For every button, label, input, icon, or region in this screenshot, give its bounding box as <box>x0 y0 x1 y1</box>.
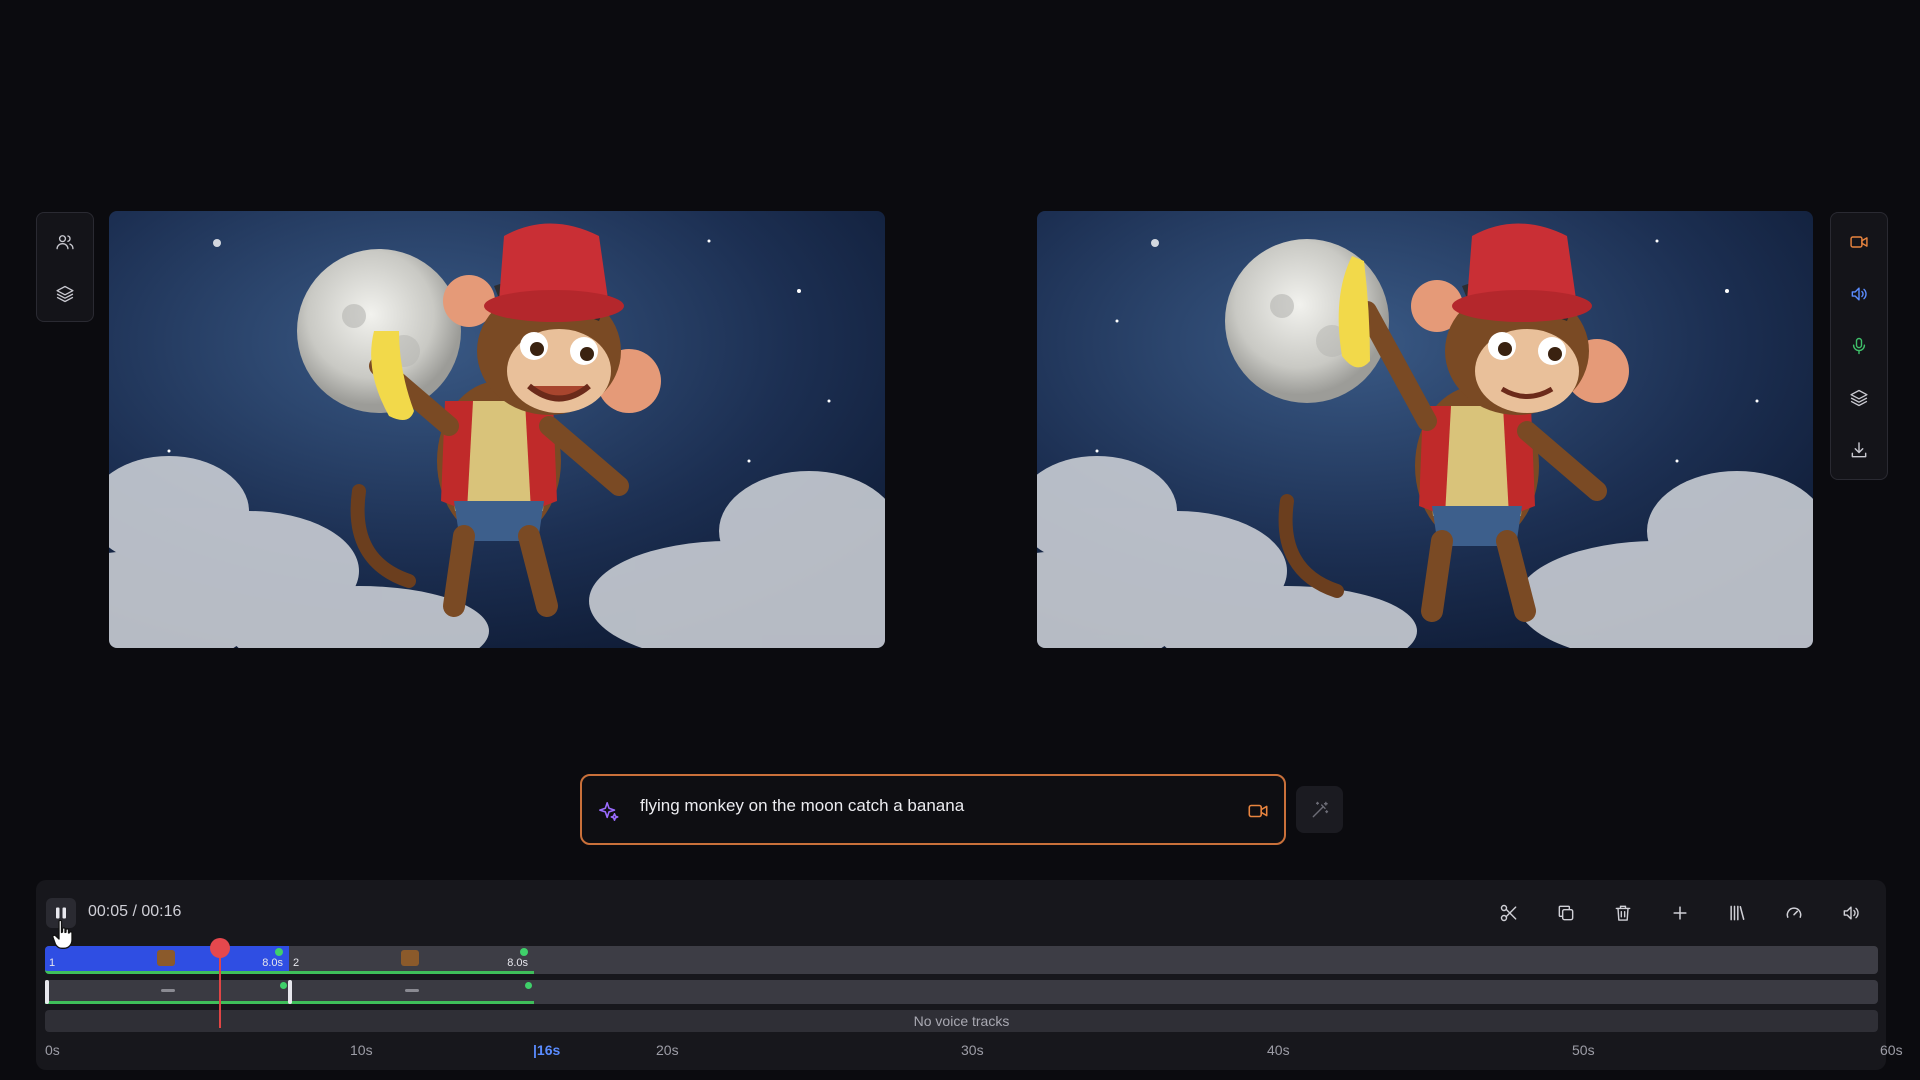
audio-end-marker[interactable] <box>280 982 287 989</box>
audio-clip-2[interactable] <box>289 980 534 1004</box>
video-clip-2[interactable]: 2 8.0s <box>289 946 534 974</box>
download-icon <box>1851 442 1867 458</box>
left-tool-panel <box>36 212 94 322</box>
ruler-label: 30s <box>961 1042 984 1058</box>
audio-clip-1[interactable] <box>45 980 289 1004</box>
duplicate-button[interactable] <box>1551 898 1581 928</box>
playhead-handle[interactable] <box>210 938 230 958</box>
clip-thumbnail <box>157 950 175 966</box>
clip-end-marker[interactable] <box>275 948 283 956</box>
sparkle-icon <box>599 801 619 821</box>
clip-number: 1 <box>49 957 56 969</box>
video-camera-icon <box>1850 236 1868 248</box>
audio-button[interactable] <box>1844 279 1874 309</box>
layers-button-right[interactable] <box>1844 383 1874 413</box>
scissors-icon <box>1500 904 1517 922</box>
prompt-input-box[interactable]: flying monkey on the moon catch a banana <box>580 774 1286 845</box>
playhead[interactable] <box>219 946 221 1028</box>
time-readout: 00:05 / 00:16 <box>88 903 182 920</box>
speaker-icon <box>1851 287 1867 301</box>
voice-track-label: No voice tracks <box>913 1013 1010 1029</box>
voice-track[interactable]: No voice tracks <box>45 1010 1878 1032</box>
characters-button[interactable] <box>50 227 80 257</box>
video-clip-1[interactable]: 1 8.0s <box>45 946 289 974</box>
video-camera-icon[interactable] <box>1246 800 1270 822</box>
volume-icon <box>1843 906 1859 920</box>
split-button[interactable] <box>1494 898 1524 928</box>
add-button[interactable] <box>1665 898 1695 928</box>
monkey-scene-image <box>109 211 885 648</box>
monkey-scene-image <box>1037 211 1813 648</box>
hand-cursor-icon <box>52 919 73 949</box>
ruler-label: 40s <box>1267 1042 1290 1058</box>
volume-button[interactable] <box>1836 898 1866 928</box>
layers-button-left[interactable] <box>50 279 80 309</box>
speed-icon <box>1786 907 1802 918</box>
preview-frame-2 <box>1037 211 1813 648</box>
preview-frame-1 <box>109 211 885 648</box>
clip-thumbnail <box>401 950 419 966</box>
prompt-text[interactable]: flying monkey on the moon catch a banana <box>640 796 964 816</box>
trim-handle-start[interactable] <box>45 980 49 1004</box>
delete-button[interactable] <box>1608 898 1638 928</box>
clip-number: 2 <box>293 957 300 969</box>
speed-button[interactable] <box>1779 898 1809 928</box>
ruler-label-current-end: |16s <box>533 1042 561 1058</box>
ruler-label: 20s <box>656 1042 679 1058</box>
right-tool-panel <box>1830 212 1888 480</box>
audio-waveform <box>161 989 175 992</box>
trim-handle-middle[interactable] <box>288 980 292 1004</box>
layers-icon <box>1850 389 1868 407</box>
microphone-icon <box>1852 337 1866 355</box>
ruler-label: 0s <box>45 1042 60 1058</box>
clip-duration: 8.0s <box>262 957 283 969</box>
library-button[interactable] <box>1722 898 1752 928</box>
ruler-label: 10s <box>350 1042 373 1058</box>
ruler-label: 50s <box>1572 1042 1595 1058</box>
clip-end-marker[interactable] <box>520 948 528 956</box>
audio-waveform <box>405 989 419 992</box>
magic-wand-button[interactable] <box>1296 786 1343 833</box>
audio-end-marker[interactable] <box>525 982 532 989</box>
voice-button[interactable] <box>1844 331 1874 361</box>
download-button[interactable] <box>1844 435 1874 465</box>
copy-icon <box>1558 905 1574 921</box>
magic-wand-icon <box>1312 801 1328 817</box>
users-icon <box>56 235 74 250</box>
ruler-label: 60s <box>1880 1042 1903 1058</box>
plus-icon <box>1673 906 1687 920</box>
trash-icon <box>1615 905 1631 921</box>
timeline-toolbar <box>1494 898 1866 928</box>
library-icon <box>1730 905 1745 921</box>
video-button[interactable] <box>1844 227 1874 257</box>
clip-duration: 8.0s <box>507 957 528 969</box>
layers-icon <box>56 285 74 303</box>
